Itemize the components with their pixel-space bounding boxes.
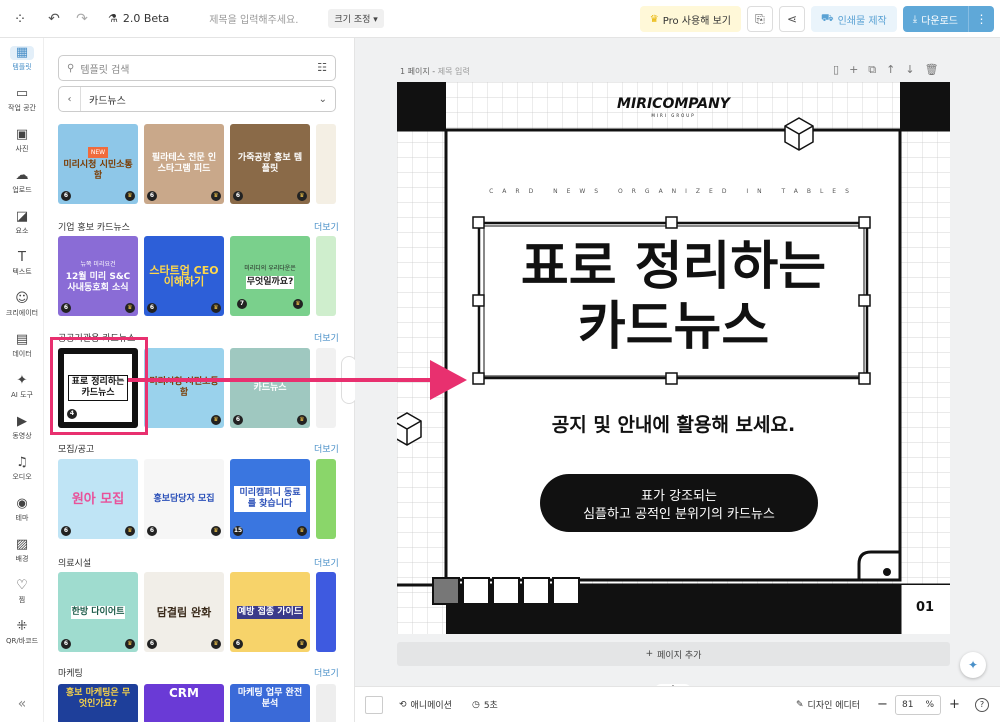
design-editor-button[interactable]: ✎ 디자인 에디터 — [796, 698, 860, 712]
background-color-swatch[interactable] — [365, 695, 383, 714]
zoom-input[interactable]: 81% — [895, 694, 941, 715]
annotation-arrow — [128, 360, 467, 400]
clock-icon: ◷ — [471, 699, 480, 710]
zoom-out-icon[interactable]: − — [877, 697, 888, 712]
zoom-in-icon[interactable]: + — [949, 697, 960, 712]
animation-button[interactable]: ⟲ 애니메이션 — [399, 698, 452, 712]
ai-assistant-icon[interactable]: ✦ — [960, 652, 986, 678]
duration-button[interactable]: ◷ 5초 — [471, 698, 498, 712]
add-page-button[interactable]: + 페이지 추가 — [397, 642, 950, 666]
help-icon[interactable]: ? — [975, 697, 989, 712]
plus-icon: + — [645, 649, 654, 659]
pen-icon: ✎ — [796, 699, 804, 710]
animation-icon: ⟲ — [399, 699, 407, 710]
bottom-bar: ⟲ 애니메이션 ◷ 5초 ✎ 디자인 에디터 − 81% + ? — [355, 686, 1000, 722]
